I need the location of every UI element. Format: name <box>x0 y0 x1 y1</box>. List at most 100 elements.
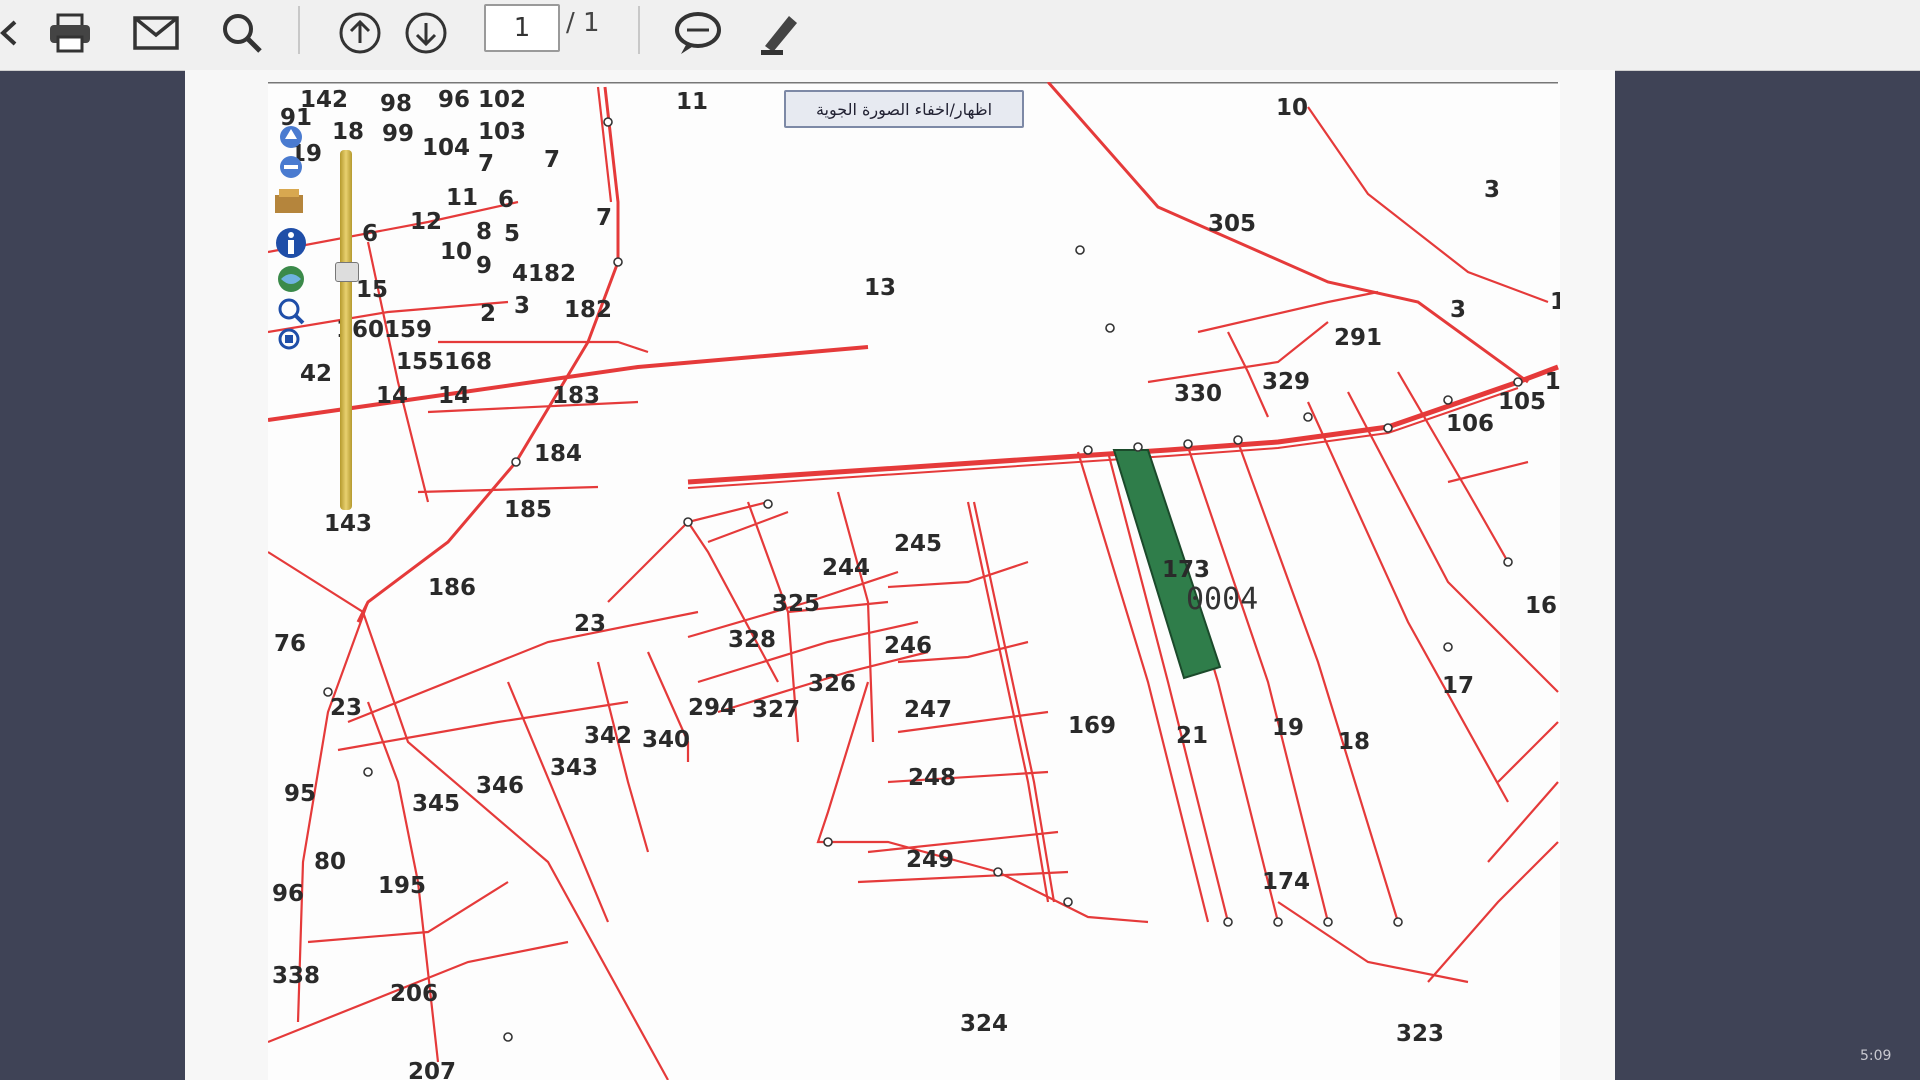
layers-icon[interactable] <box>270 182 308 220</box>
clock: 5:09 <box>1860 1048 1892 1064</box>
pdf-toolbar: 1 / 1 <box>0 0 1920 71</box>
parcel-label: 345 <box>411 791 461 817</box>
parcel-label: 19 <box>1271 715 1305 741</box>
parcel-label: 10 <box>1275 95 1309 121</box>
parcel-label: 248 <box>907 765 957 791</box>
next-page-icon[interactable] <box>398 8 454 58</box>
parcel-label: 1 <box>1549 289 1560 315</box>
parcel-label: 195 <box>377 873 427 899</box>
parcel-label: 329 <box>1261 369 1311 395</box>
parcel-label: 327 <box>751 697 801 723</box>
parcel-label: 7 <box>595 205 613 231</box>
parcel-label: 328 <box>727 627 777 653</box>
parcel-label: 294 <box>687 695 737 721</box>
parcel-label: 11 <box>445 185 479 211</box>
parcel-label: 15 <box>355 277 389 303</box>
parcel-label: 185 <box>503 497 553 523</box>
parcel-label: 14 <box>375 383 409 409</box>
parcel-label: 2 <box>479 301 497 327</box>
page-number-input[interactable]: 1 <box>484 4 560 52</box>
parcel-label: 346 <box>475 773 525 799</box>
parcel-label: 291 <box>1333 325 1383 351</box>
prev-page-icon[interactable] <box>332 8 388 58</box>
parcel-label: 247 <box>903 697 953 723</box>
parcel-label: 103 <box>477 119 527 145</box>
parcel-label: 324 <box>959 1011 1009 1037</box>
parcel-label: 18 <box>331 119 365 145</box>
parcel-label: 18 <box>1337 729 1371 755</box>
highlight-pen-icon[interactable] <box>752 8 808 58</box>
parcel-label: 173 <box>1161 557 1211 583</box>
email-icon[interactable] <box>128 8 184 58</box>
parcel-label: 245 <box>893 531 943 557</box>
page-total: / 1 <box>566 8 600 38</box>
parcel-label: 80 <box>313 849 347 875</box>
parcel-label: 249 <box>905 847 955 873</box>
parcel-label: 1( <box>1544 369 1560 395</box>
parcel-label: 3 <box>513 293 531 319</box>
parcel-label: 99 <box>381 121 415 147</box>
parcel-label: 3 <box>1483 177 1501 203</box>
parcel-label: 8 <box>475 219 493 245</box>
parcel-label: 143 <box>323 511 373 537</box>
parcel-label: 16 <box>1524 593 1558 619</box>
search-icon[interactable] <box>214 8 270 58</box>
aerial-image-toggle-button[interactable]: اظهار/اخفاء الصورة الجوية <box>784 90 1024 128</box>
parcel-label: 325 <box>771 591 821 617</box>
parcel-label: 106 <box>1445 411 1495 437</box>
parcel-label: 184 <box>533 441 583 467</box>
parcel-label: 42 <box>299 361 333 387</box>
zoom-slider-thumb[interactable] <box>335 262 359 282</box>
parcel-label: 155168 <box>395 349 493 375</box>
comment-icon[interactable] <box>670 8 726 58</box>
parcel-label: 104 <box>421 135 471 161</box>
parcel-label: 182 <box>563 297 613 323</box>
parcel-label: 183 <box>551 383 601 409</box>
highlighted-parcel-label: 0004 <box>1186 582 1259 617</box>
parcel-label: 169 <box>1067 713 1117 739</box>
parcel-label: 323 <box>1395 1021 1445 1047</box>
parcel-label: 10 <box>439 239 473 265</box>
parcel-label: 17 <box>1441 673 1475 699</box>
parcel-label: 330 <box>1173 381 1223 407</box>
parcel-label: 6 <box>497 187 515 213</box>
parcel-label: 206 <box>389 981 439 1007</box>
back-icon[interactable] <box>0 8 36 58</box>
parcel-label: 12 <box>409 209 443 235</box>
parcel-label: 342 <box>583 723 633 749</box>
parcel-label: 338 <box>271 963 321 989</box>
print-icon[interactable] <box>42 8 98 58</box>
parcel-label: 4182 <box>511 261 577 287</box>
parcel-label: 244 <box>821 555 871 581</box>
parcel-label: 96 <box>271 881 305 907</box>
parcel-label: 7 <box>543 147 561 173</box>
parcel-label: 102 <box>477 87 527 113</box>
parcel-label: 95 <box>283 781 317 807</box>
parcel-label: 340 <box>641 727 691 753</box>
parcel-label: 23 <box>573 611 607 637</box>
parcel-label: 246 <box>883 633 933 659</box>
parcel-label: 21 <box>1175 723 1209 749</box>
cadastral-map[interactable]: 142 98 96 102 91 18 99 103 19 104 7 7 11… <box>268 82 1560 1080</box>
parcel-label: 174 <box>1261 869 1311 895</box>
parcel-label: 343 <box>549 755 599 781</box>
parcel-label: 96 <box>437 87 471 113</box>
parcel-label: 14 <box>437 383 471 409</box>
parcel-label: 13 <box>863 275 897 301</box>
info-icon[interactable] <box>272 224 310 262</box>
parcel-label: 98 <box>379 91 413 117</box>
parcel-label: 207 <box>407 1059 457 1080</box>
parcel-label: 326 <box>807 671 857 697</box>
parcel-label: 76 <box>273 631 307 657</box>
parcel-label: 186 <box>427 575 477 601</box>
parcel-label: 7 <box>477 151 495 177</box>
parcel-label: 11 <box>675 89 709 115</box>
parcel-label: 5 <box>503 221 521 247</box>
parcel-label: 9 <box>475 253 493 279</box>
zoom-box-icon[interactable] <box>272 322 310 360</box>
zoom-out-icon[interactable] <box>272 148 310 186</box>
parcel-label: 6 <box>361 221 379 247</box>
zoom-slider-track[interactable] <box>340 150 352 510</box>
parcel-label: 305 <box>1207 211 1257 237</box>
parcel-label: 3 <box>1449 297 1467 323</box>
